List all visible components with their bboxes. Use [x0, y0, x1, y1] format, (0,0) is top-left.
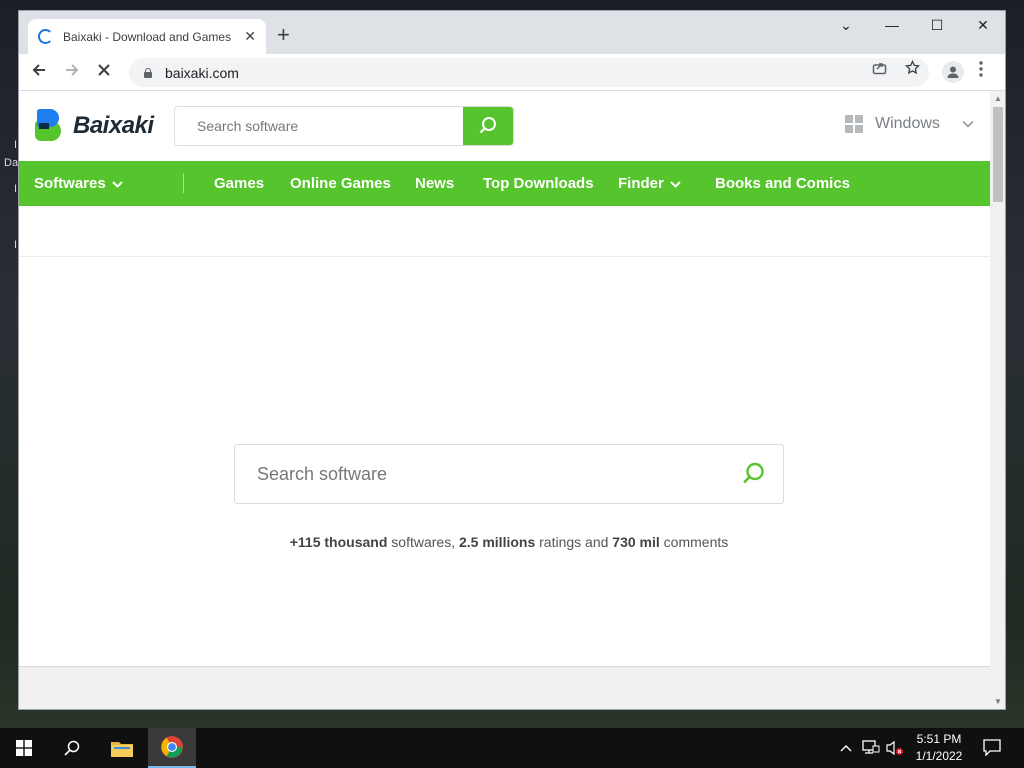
back-arrow-icon[interactable]	[31, 62, 47, 81]
share-icon[interactable]	[872, 60, 887, 79]
scroll-thumb[interactable]	[993, 107, 1003, 202]
nav-divider	[183, 173, 184, 193]
nav-games[interactable]: Games	[214, 175, 264, 192]
taskbar-search-button[interactable]	[48, 728, 96, 768]
desktop-icon-label: I	[14, 139, 18, 151]
main-search-input[interactable]	[235, 463, 723, 485]
search-icon	[743, 462, 764, 484]
close-window-button[interactable]: ✕	[968, 17, 998, 34]
file-explorer-button[interactable]	[98, 728, 146, 768]
volume-muted-icon[interactable]	[886, 740, 904, 759]
stats-software-count: +115 thousand	[289, 534, 388, 550]
os-selector[interactable]: Windows	[845, 115, 974, 133]
logo-text: Baixaki	[73, 112, 154, 139]
footer-band	[19, 666, 990, 709]
desktop-icon-label: I	[14, 183, 18, 195]
nav-softwares[interactable]: Softwares	[34, 175, 123, 192]
minimize-button[interactable]: —	[877, 17, 907, 33]
chrome-icon	[161, 736, 183, 758]
main-nav: Softwares Games Online Games News Top Do…	[19, 161, 990, 206]
windows-start-icon	[16, 740, 32, 756]
title-bar: Baixaki - Download and Games ✕ + ⌄ — ☐ ✕	[19, 11, 1005, 54]
tab-title: Baixaki - Download and Games	[63, 29, 232, 44]
page-scrollbar[interactable]: ▲ ▼	[990, 91, 1005, 709]
baixaki-logo[interactable]: Baixaki	[35, 109, 154, 143]
nav-finder-label: Finder	[618, 175, 664, 192]
browser-menu-icon[interactable]	[979, 61, 983, 82]
chevron-down-icon	[111, 179, 123, 191]
browser-window: Baixaki - Download and Games ✕ + ⌄ — ☐ ✕…	[18, 10, 1006, 710]
site-stats: +115 thousand softwares, 2.5 millions ra…	[19, 534, 990, 550]
windows-logo-icon	[845, 115, 863, 133]
profile-avatar-icon[interactable]	[942, 61, 964, 83]
stats-comments-count: 730 mil	[612, 534, 660, 550]
nav-books-and-comics[interactable]: Books and Comics	[715, 175, 850, 192]
nav-softwares-label: Softwares	[34, 175, 106, 192]
header-search-button[interactable]	[463, 107, 513, 145]
header-search-input[interactable]	[175, 107, 463, 145]
stats-text: comments	[659, 534, 729, 550]
stats-text: ratings and	[535, 534, 613, 550]
start-button[interactable]	[0, 728, 48, 768]
sub-nav-bar	[19, 206, 990, 257]
browser-toolbar: baixaki.com	[19, 54, 1005, 91]
maximize-button[interactable]: ☐	[922, 17, 952, 34]
bookmark-star-icon[interactable]	[905, 59, 920, 79]
scroll-up-icon[interactable]: ▲	[994, 94, 1002, 103]
stop-loading-icon[interactable]	[97, 62, 111, 80]
notifications-icon[interactable]	[983, 739, 1001, 759]
tab-baixaki[interactable]: Baixaki - Download and Games ✕	[28, 19, 266, 54]
os-selector-label: Windows	[875, 115, 940, 132]
show-hidden-icons-chevron[interactable]	[840, 740, 852, 755]
search-icon	[479, 117, 496, 134]
nav-finder[interactable]: Finder	[618, 175, 681, 192]
forward-arrow-icon[interactable]	[64, 62, 80, 81]
page-viewport: Baixaki Windows Softwares Games	[19, 91, 990, 709]
new-tab-button[interactable]: +	[277, 24, 290, 46]
address-bar[interactable]: baixaki.com	[129, 58, 929, 87]
tab-search-dropdown-icon[interactable]: ⌄	[831, 17, 861, 34]
network-icon[interactable]	[862, 740, 880, 759]
search-icon	[64, 740, 80, 756]
site-header: Baixaki Windows	[19, 91, 990, 161]
header-search	[174, 106, 514, 146]
close-tab-icon[interactable]: ✕	[244, 28, 256, 45]
chrome-taskbar-button[interactable]	[148, 728, 196, 768]
chevron-down-icon	[670, 179, 681, 191]
url-text: baixaki.com	[165, 64, 239, 81]
nav-news[interactable]: News	[415, 175, 454, 192]
loading-spinner-icon	[38, 29, 53, 44]
folder-icon	[111, 742, 133, 757]
main-search	[234, 444, 784, 504]
nav-top-downloads[interactable]: Top Downloads	[483, 175, 594, 192]
baixaki-logo-icon	[35, 109, 65, 143]
clock-time: 5:51 PM	[916, 732, 962, 746]
taskbar: 5:51 PM 1/1/2022	[0, 728, 1024, 768]
nav-online-games[interactable]: Online Games	[290, 175, 391, 192]
desktop-icon-label: I	[14, 239, 18, 251]
lock-icon[interactable]	[143, 67, 153, 78]
chevron-down-icon	[962, 117, 974, 131]
system-clock[interactable]: 5:51 PM 1/1/2022	[906, 731, 972, 765]
scroll-down-icon[interactable]: ▼	[994, 697, 1002, 706]
stats-ratings-count: 2.5 millions	[458, 534, 536, 550]
desktop-icon-label: Da	[4, 157, 19, 169]
stats-text: softwares,	[387, 534, 459, 550]
clock-date: 1/1/2022	[915, 749, 963, 763]
main-search-button[interactable]	[723, 461, 783, 487]
